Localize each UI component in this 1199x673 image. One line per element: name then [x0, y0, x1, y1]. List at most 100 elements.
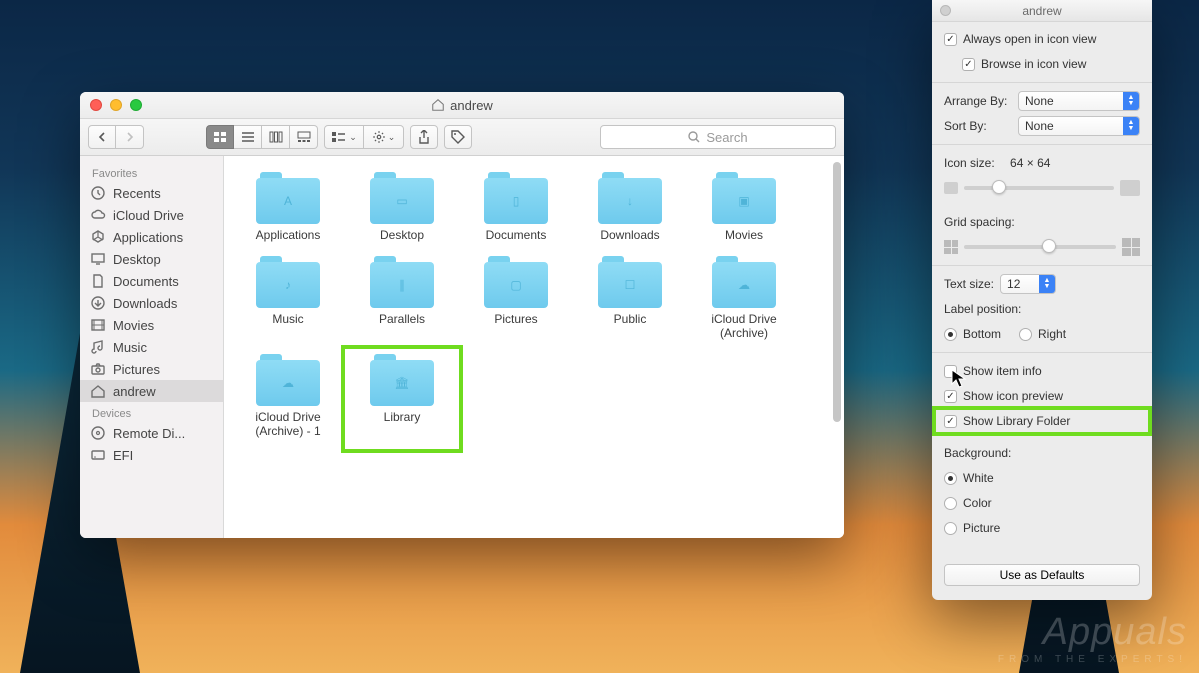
folder-applications[interactable]: AApplications: [232, 168, 344, 252]
toolbar: ⌄ ⌄ Search: [80, 119, 844, 156]
download-icon: [90, 295, 106, 311]
search-icon: [688, 131, 700, 143]
bg-color-radio[interactable]: [944, 497, 957, 510]
sidebar-item-pictures[interactable]: Pictures: [80, 358, 223, 380]
sidebar-item-label: Movies: [113, 318, 154, 333]
share-button[interactable]: [410, 125, 438, 149]
folder-label: Movies: [725, 228, 763, 242]
sidebar-item-remote-di-[interactable]: Remote Di...: [80, 422, 223, 444]
movie-icon: [90, 317, 106, 333]
icon-size-slider[interactable]: [964, 186, 1114, 190]
folder-public[interactable]: ☐ Public: [574, 252, 686, 350]
always-icon-checkbox[interactable]: [944, 33, 957, 46]
large-folder-icon: [1120, 180, 1140, 196]
folder-pictures[interactable]: ▢Pictures: [460, 252, 572, 350]
sidebar-item-andrew[interactable]: andrew: [80, 380, 223, 402]
grid-small-icon: [944, 240, 958, 254]
view-switch: [206, 125, 318, 149]
show-library-checkbox[interactable]: [944, 415, 957, 428]
sidebar-item-movies[interactable]: Movies: [80, 314, 223, 336]
search-field[interactable]: Search: [600, 125, 836, 149]
folder-parallels[interactable]: ∥Parallels: [346, 252, 458, 350]
folder-icloud-drive-archive-1[interactable]: ☁iCloud Drive (Archive) - 1: [232, 350, 344, 448]
sidebar-item-recents[interactable]: Recents: [80, 182, 223, 204]
sidebar-item-documents[interactable]: Documents: [80, 270, 223, 292]
column-view-button[interactable]: [262, 125, 290, 149]
folder-label: Pictures: [494, 312, 537, 326]
folder-movies[interactable]: ▣ Movies: [688, 168, 800, 252]
folder-label: iCloud Drive (Archive) - 1: [234, 410, 342, 438]
vertical-scrollbar[interactable]: [833, 162, 841, 532]
label-position-label: Label position:: [944, 302, 1021, 316]
tags-button[interactable]: [444, 125, 472, 149]
folder-downloads[interactable]: ↓Downloads: [574, 168, 686, 252]
icon-size-value: 64 × 64: [1010, 156, 1050, 170]
grid-spacing-slider[interactable]: [964, 245, 1116, 249]
gallery-view-button[interactable]: [290, 125, 318, 149]
folder-label: Library: [384, 410, 421, 424]
tag-icon: [451, 130, 465, 144]
sidebar-item-desktop[interactable]: Desktop: [80, 248, 223, 270]
folder-label: Desktop: [380, 228, 424, 242]
folder-icloud-drive-archive-[interactable]: ☁iCloud Drive (Archive): [688, 252, 800, 350]
back-button[interactable]: [88, 125, 116, 149]
sidebar: FavoritesRecentsiCloud DriveApplications…: [80, 156, 224, 538]
icon-view-button[interactable]: [206, 125, 234, 149]
show-library-label: Show Library Folder: [963, 414, 1070, 428]
label-bottom-radio[interactable]: [944, 328, 957, 341]
viewopts-titlebar[interactable]: andrew: [932, 0, 1152, 22]
list-view-button[interactable]: [234, 125, 262, 149]
folder-label: Public: [614, 312, 647, 326]
icon-size-label: Icon size:: [944, 156, 995, 170]
sidebar-item-applications[interactable]: Applications: [80, 226, 223, 248]
scroll-thumb[interactable]: [833, 162, 841, 422]
show-item-info-label: Show item info: [963, 364, 1042, 378]
sidebar-item-label: Recents: [113, 186, 161, 201]
bg-picture-radio[interactable]: [944, 522, 957, 535]
folder-music[interactable]: ♪Music: [232, 252, 344, 350]
show-item-info-checkbox[interactable]: [944, 365, 957, 378]
grid-spacing-label: Grid spacing:: [944, 215, 1015, 229]
grid-large-icon: [1122, 238, 1140, 256]
sidebar-item-label: Downloads: [113, 296, 177, 311]
action-button[interactable]: ⌄: [364, 125, 404, 149]
use-as-defaults-button[interactable]: Use as Defaults: [944, 564, 1140, 586]
sidebar-item-label: EFI: [113, 448, 133, 463]
sidebar-item-label: Documents: [113, 274, 179, 289]
browse-icon-checkbox[interactable]: [962, 58, 975, 71]
folder-documents[interactable]: ▯Documents: [460, 168, 572, 252]
forward-button[interactable]: [116, 125, 144, 149]
music-icon: [90, 339, 106, 355]
browse-icon-label: Browse in icon view: [981, 57, 1086, 71]
share-icon: [418, 130, 430, 144]
text-size-select[interactable]: 12▲▼: [1000, 274, 1056, 294]
nav-buttons: [88, 125, 144, 149]
sort-by-label: Sort By:: [944, 119, 1012, 133]
titlebar[interactable]: andrew: [80, 92, 844, 119]
sidebar-item-label: Remote Di...: [113, 426, 185, 441]
folder-icon: ♪: [256, 256, 320, 308]
cloud-icon: [90, 207, 106, 223]
folder-library[interactable]: 🏛Library: [346, 350, 458, 448]
sidebar-item-icloud-drive[interactable]: iCloud Drive: [80, 204, 223, 226]
document-icon: [90, 273, 106, 289]
folder-icon: ☐: [598, 256, 662, 308]
arrange-by-select[interactable]: None▲▼: [1018, 91, 1140, 111]
group-action-buttons: ⌄ ⌄: [324, 125, 404, 149]
folder-icon: ▣: [712, 172, 776, 224]
sidebar-item-downloads[interactable]: Downloads: [80, 292, 223, 314]
watermark: Appuals FROM THE EXPERTS!: [998, 611, 1187, 665]
folder-icon: ▭: [370, 172, 434, 224]
finder-window: andrew ⌄ ⌄ Search FavoritesRecentsiCloud…: [80, 92, 844, 538]
bg-white-radio[interactable]: [944, 472, 957, 485]
sidebar-item-efi[interactable]: EFI: [80, 444, 223, 466]
show-icon-preview-checkbox[interactable]: [944, 390, 957, 403]
show-icon-preview-label: Show icon preview: [963, 389, 1063, 403]
sidebar-item-music[interactable]: Music: [80, 336, 223, 358]
label-right-radio[interactable]: [1019, 328, 1032, 341]
group-button[interactable]: ⌄: [324, 125, 364, 149]
folder-desktop[interactable]: ▭ Desktop: [346, 168, 458, 252]
always-icon-label: Always open in icon view: [963, 32, 1096, 46]
sort-by-select[interactable]: None▲▼: [1018, 116, 1140, 136]
folder-pane[interactable]: AApplications ▭ Desktop ▯Documents↓Download…: [224, 156, 844, 538]
